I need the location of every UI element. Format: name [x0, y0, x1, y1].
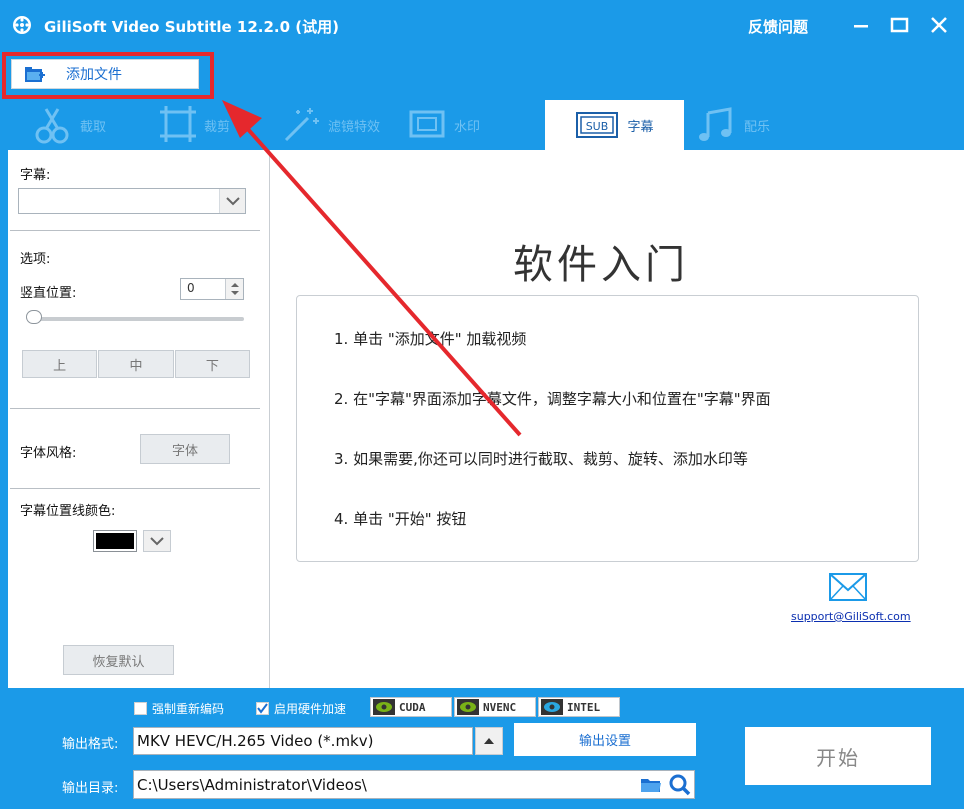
window-title: GiliSoft Video Subtitle 12.2.0 (试用)	[44, 18, 340, 36]
font-button[interactable]: 字体	[140, 434, 230, 464]
chevron-down-icon[interactable]	[143, 530, 171, 552]
maximize-icon[interactable]	[884, 10, 914, 40]
music-note-icon	[699, 107, 732, 141]
add-file-button[interactable]: 添加文件	[11, 59, 199, 89]
tab-crop-label: 裁剪	[204, 119, 231, 135]
position-button-group: 上 中 下	[22, 350, 251, 380]
position-top-button[interactable]: 上	[22, 350, 98, 378]
output-settings-button[interactable]: 输出设置	[514, 723, 696, 756]
step-item: 4. 单击 "开始" 按钮	[334, 510, 467, 528]
hw-accel-checkbox[interactable]	[256, 701, 269, 715]
crop-icon	[160, 106, 196, 142]
nvenc-badge: NVENC	[454, 697, 536, 717]
scissors-icon	[35, 108, 69, 144]
tab-subtitle[interactable]: SUB 字幕	[545, 100, 684, 150]
nvidia-icon	[373, 699, 395, 715]
intel-badge: INTEL	[538, 697, 620, 717]
tab-crop[interactable]: 裁剪	[158, 100, 258, 150]
tab-music-label: 配乐	[744, 119, 771, 135]
divider	[10, 230, 260, 231]
chevron-down-icon[interactable]	[219, 189, 245, 213]
options-label: 选项:	[20, 252, 51, 267]
tab-bar: 截取 裁剪 滤镜特效 水印 SUB 字幕 配乐	[0, 100, 964, 150]
position-middle-button[interactable]: 中	[98, 350, 174, 378]
main-panel: 字幕: 选项: 竖直位置: 0 上 中 下 字体风格: 字体 字幕位置线颜色:	[8, 150, 964, 688]
hw-accel-label: 启用硬件加速	[274, 701, 347, 716]
cuda-badge: CUDA	[370, 697, 452, 717]
tab-cut-label: 截取	[80, 119, 107, 135]
stepper-buttons[interactable]	[225, 279, 243, 299]
reset-default-button[interactable]: 恢复默认	[63, 645, 174, 675]
subtitle-sub-icon: SUB	[576, 112, 619, 138]
output-dir-input[interactable]: C:\Users\Administrator\Videos\	[133, 770, 695, 799]
force-reencode-option[interactable]: 强制重新编码	[134, 698, 224, 718]
force-reencode-checkbox[interactable]	[134, 701, 147, 715]
tab-watermark[interactable]: 水印	[408, 100, 518, 150]
tab-subtitle-label: 字幕	[627, 119, 654, 135]
folder-icon[interactable]	[640, 775, 662, 795]
font-style-label: 字体风格:	[20, 446, 77, 461]
getting-started-title: 软件入门	[513, 242, 689, 288]
output-format-select[interactable]: MKV HEVC/H.265 Video (*.mkv)	[133, 727, 473, 755]
tab-watermark-label: 水印	[454, 119, 481, 135]
svg-text:SUB: SUB	[586, 120, 609, 133]
force-reencode-label: 强制重新编码	[152, 701, 225, 716]
hw-accel-option[interactable]: 启用硬件加速	[256, 698, 346, 718]
nvidia-icon	[457, 699, 479, 715]
divider	[10, 488, 260, 489]
tab-effects[interactable]: 滤镜特效	[282, 100, 402, 150]
title-bar: GiliSoft Video Subtitle 12.2.0 (试用) 反馈问题	[0, 0, 964, 52]
search-icon[interactable]	[668, 773, 692, 797]
tab-music[interactable]: 配乐	[698, 100, 818, 150]
output-format-label: 输出格式:	[62, 737, 119, 752]
slider-thumb[interactable]	[26, 310, 42, 324]
add-file-label: 添加文件	[66, 67, 122, 83]
divider	[10, 408, 260, 409]
vertical-position-label: 竖直位置:	[20, 286, 77, 301]
mail-icon[interactable]	[828, 572, 868, 604]
subtitle-label: 字幕:	[20, 168, 51, 183]
output-dir-label: 输出目录:	[62, 781, 119, 796]
subtitle-settings-panel: 字幕: 选项: 竖直位置: 0 上 中 下 字体风格: 字体 字幕位置线颜色:	[8, 150, 270, 688]
support-email-link[interactable]: support@GiliSoft.com	[791, 610, 911, 623]
position-bottom-button[interactable]: 下	[174, 350, 250, 378]
magic-wand-icon	[284, 108, 319, 142]
vertical-position-value: 0	[187, 281, 195, 295]
steps-box: 1. 单击 "添加文件" 加载视频 2. 在"字幕"界面添加字幕文件，调整字幕大…	[296, 295, 919, 562]
step-item: 1. 单击 "添加文件" 加载视频	[334, 330, 527, 348]
line-color-label: 字幕位置线颜色:	[20, 504, 116, 519]
add-file-highlight: 添加文件	[2, 52, 214, 99]
start-button[interactable]: 开始	[745, 727, 931, 785]
step-item: 2. 在"字幕"界面添加字幕文件，调整字幕大小和位置在"字幕"界面	[334, 390, 771, 408]
close-icon[interactable]	[924, 10, 954, 40]
minimize-icon[interactable]	[846, 10, 876, 40]
step-item: 3. 如果需要,你还可以同时进行截取、裁剪、旋转、添加水印等	[334, 450, 748, 468]
tab-cut[interactable]: 截取	[30, 100, 140, 150]
feedback-link[interactable]: 反馈问题	[748, 16, 808, 37]
add-folder-icon	[25, 67, 45, 82]
line-color-swatch[interactable]	[93, 530, 137, 552]
vertical-position-stepper[interactable]: 0	[180, 278, 244, 300]
app-logo-icon	[13, 16, 31, 34]
watermark-icon	[409, 110, 445, 138]
vertical-position-slider[interactable]	[30, 317, 244, 321]
subtitle-select[interactable]	[18, 188, 246, 214]
intel-icon	[541, 699, 563, 715]
chevron-up-icon[interactable]	[475, 727, 503, 755]
tab-effects-label: 滤镜特效	[328, 119, 381, 135]
